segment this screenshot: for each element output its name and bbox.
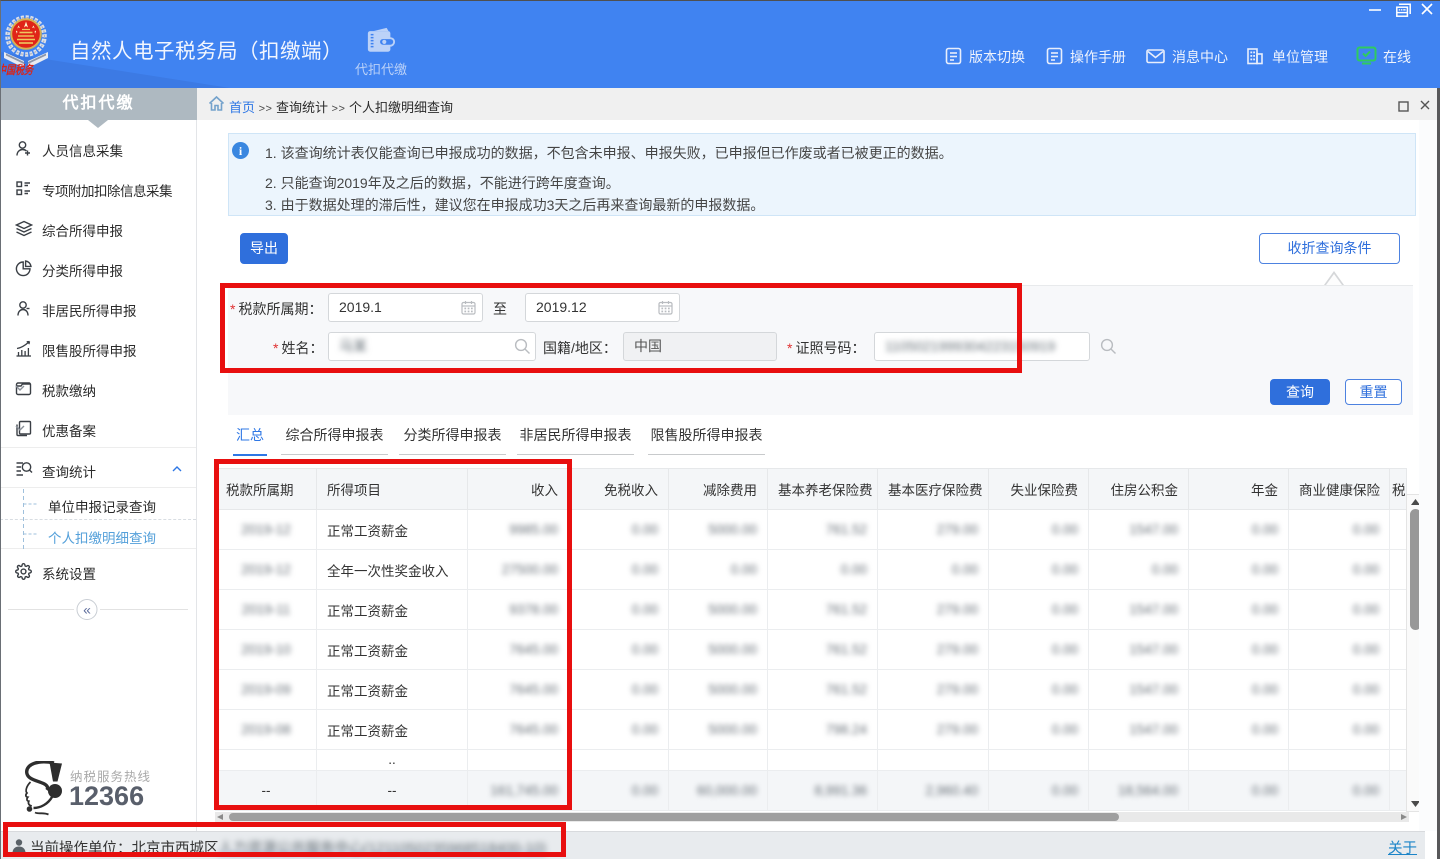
svg-text:«: « bbox=[83, 602, 91, 618]
svg-text:中国税务: 中国税务 bbox=[2, 62, 36, 76]
